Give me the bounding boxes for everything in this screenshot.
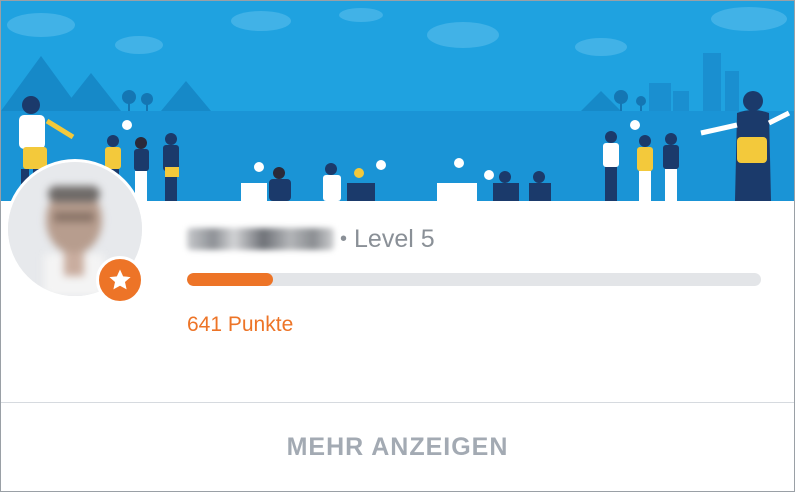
level-badge [96, 256, 144, 304]
avatar[interactable] [5, 159, 145, 304]
star-icon [109, 269, 131, 290]
points-progress-bar [187, 273, 761, 286]
level-label: Level 5 [354, 224, 435, 253]
user-name-blurred [187, 228, 334, 250]
community-illustration [1, 7, 794, 201]
points-label: 641 Punkte [187, 313, 294, 336]
header-banner [1, 1, 794, 201]
show-more-button[interactable]: MEHR ANZEIGEN [1, 403, 794, 491]
points-progress-fill [187, 273, 274, 286]
profile-card: • Level 5 641 Punkte MEHR ANZEIGEN [0, 0, 795, 492]
separator-dot: • [340, 227, 348, 250]
user-name-level: • Level 5 [187, 221, 435, 257]
